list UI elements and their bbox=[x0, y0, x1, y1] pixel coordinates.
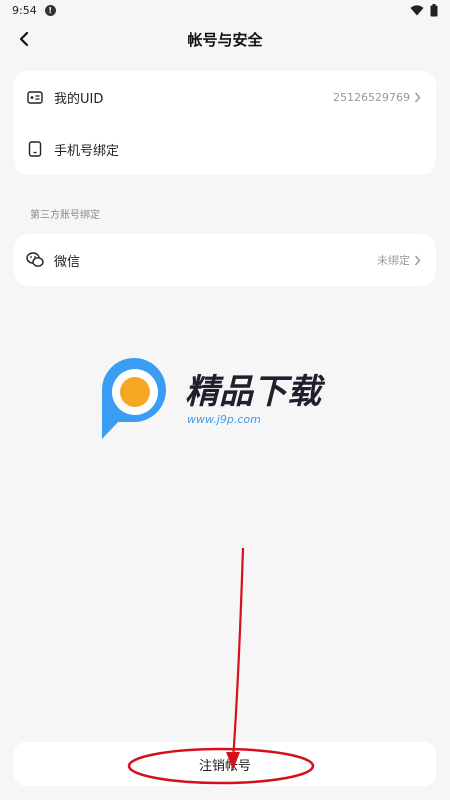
uid-value: 25126529769 bbox=[333, 90, 410, 104]
uid-label: 我的UID bbox=[54, 91, 104, 107]
status-time: 9:54 bbox=[12, 3, 37, 17]
third-party-card: 微信 未绑定 bbox=[14, 234, 436, 286]
phone-binding-row[interactable]: 手机号绑定 bbox=[14, 123, 436, 175]
id-card-icon bbox=[26, 88, 44, 106]
phone-icon bbox=[26, 140, 44, 158]
chevron-right-icon bbox=[414, 254, 424, 266]
watermark-logo: 精品下载 www.j9p.com bbox=[98, 355, 358, 445]
svg-text:www.j9p.com: www.j9p.com bbox=[187, 413, 261, 426]
phone-binding-label: 手机号绑定 bbox=[54, 143, 120, 159]
header: 帐号与安全 bbox=[0, 20, 450, 58]
info-icon: ! bbox=[44, 4, 56, 16]
wechat-status: 未绑定 bbox=[377, 254, 410, 267]
wechat-row[interactable]: 微信 未绑定 bbox=[14, 234, 436, 286]
status-bar: 9:54 ! bbox=[0, 0, 450, 20]
svg-text:精品下载: 精品下载 bbox=[185, 372, 326, 412]
status-right-icons bbox=[410, 3, 438, 17]
cancel-account-label: 注销帐号 bbox=[198, 758, 251, 774]
page-title: 帐号与安全 bbox=[187, 30, 263, 49]
battery-icon bbox=[430, 3, 438, 16]
uid-row[interactable]: 我的UID 25126529769 bbox=[14, 71, 436, 123]
wifi-icon bbox=[410, 4, 424, 15]
wechat-label: 微信 bbox=[54, 254, 81, 270]
back-arrow-icon[interactable] bbox=[14, 29, 34, 49]
chevron-right-icon bbox=[414, 91, 424, 103]
account-card: 我的UID 25126529769 手机号绑定 bbox=[14, 71, 436, 175]
cancel-account-button[interactable]: 注销帐号 bbox=[14, 742, 436, 786]
wechat-icon bbox=[26, 251, 44, 269]
third-party-section-title: 第三方账号绑定 bbox=[30, 210, 100, 221]
